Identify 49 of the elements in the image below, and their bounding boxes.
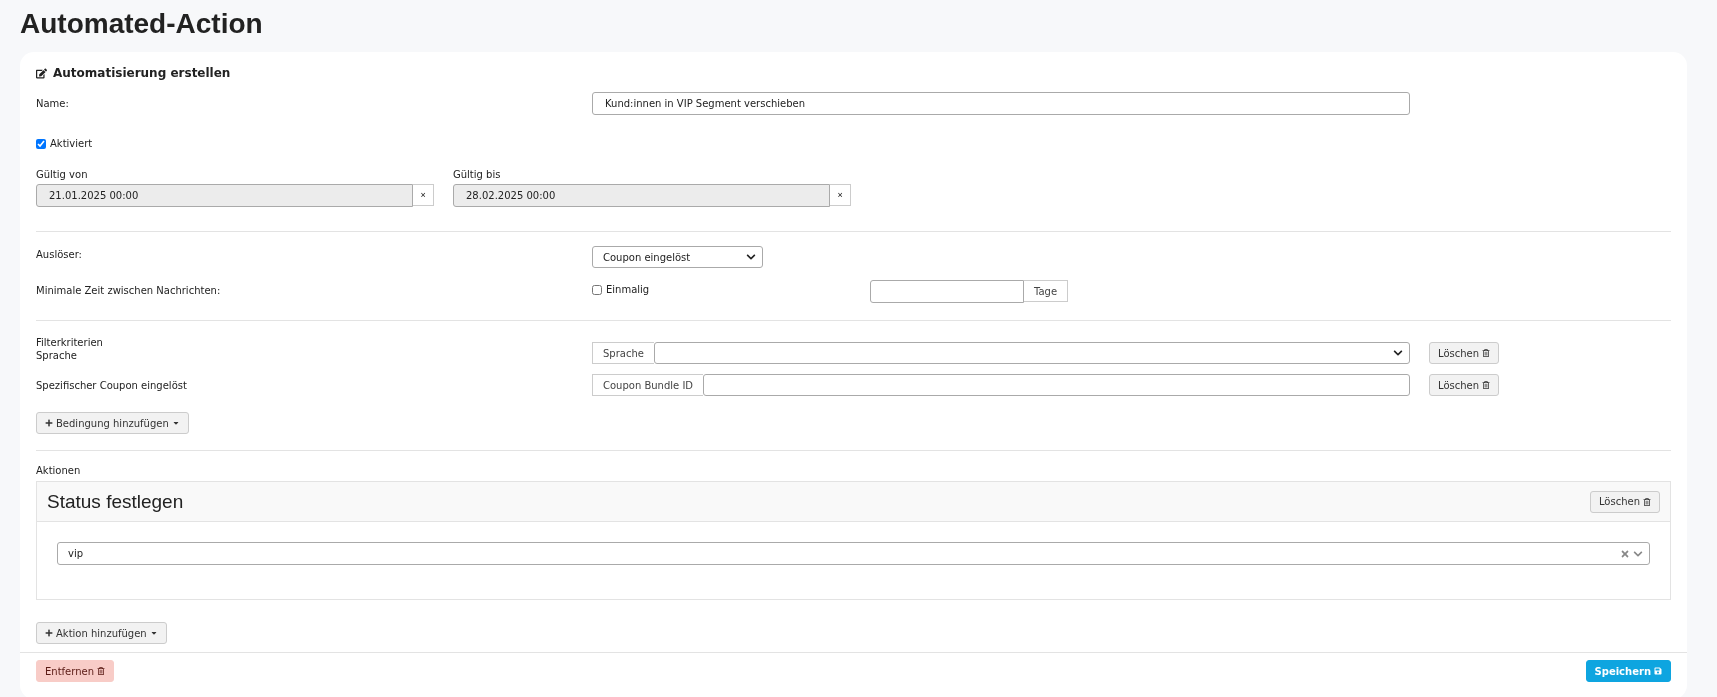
status-select[interactable]: vip [57,542,1650,565]
checkbox[interactable] [592,284,602,295]
clear-button[interactable]: × [413,184,434,206]
clear-button[interactable]: × [830,184,851,206]
page-title: Automated-Action [20,8,264,40]
section-title: Aktionen [36,465,82,476]
input-addon: Sprache [592,342,654,364]
trash-icon [1482,349,1491,357]
plus-icon [45,419,53,427]
field-label: Gültig bis [453,169,502,180]
card-title: Automatisierung erstellen [53,66,231,80]
field-label: Spezifischer Coupon eingelöst [36,380,187,391]
caret-icon [171,419,180,427]
close-icon[interactable] [1620,548,1630,559]
trigger-select[interactable]: Coupon eingelöst [592,246,763,268]
chevron-down-icon [746,252,756,262]
input-addon: Coupon Bundle ID [592,374,704,396]
panel-title: Status festlegen [47,490,184,513]
date-input[interactable]: 21.01.2025 00:00 [36,184,414,207]
remove-button[interactable]: Entfernen [36,660,114,682]
checkbox-label: Einmalig [606,284,650,295]
add-action-button[interactable]: Aktion hinzufügen [36,622,167,644]
section-title: Filterkriterien [36,337,104,348]
trash-icon [1643,497,1651,506]
edit-icon [36,67,47,79]
caret-icon [149,629,158,637]
input-addon: Tage [1024,280,1069,302]
date-input[interactable]: 28.02.2025 00:00 [453,184,831,207]
name-input[interactable]: Kund:innen in VIP Segment verschieben [592,92,1410,115]
delete-button[interactable]: Löschen [1429,342,1500,364]
trash-icon [97,667,105,675]
delete-button[interactable]: Löschen [1429,374,1500,396]
language-select[interactable] [653,342,1410,364]
days-input[interactable] [870,280,1024,303]
chevron-down-icon [1633,548,1643,559]
plus-icon [45,629,53,637]
add-condition-button[interactable]: Bedingung hinzufügen [36,412,189,434]
coupon-input[interactable] [703,374,1410,396]
field-label: Name: [36,97,70,109]
field-label: Gültig von [36,169,89,180]
delete-button[interactable]: Löschen [1589,490,1660,513]
checkbox[interactable] [36,138,46,149]
save-icon [1654,667,1662,675]
field-label: Auslöser: [36,248,83,260]
field-label: Minimale Zeit zwischen Nachrichten: [36,284,222,296]
checkbox-label: Aktiviert [50,138,93,149]
trash-icon [1482,381,1491,389]
field-label: Sprache [36,350,77,361]
chevron-down-icon [1393,348,1403,358]
